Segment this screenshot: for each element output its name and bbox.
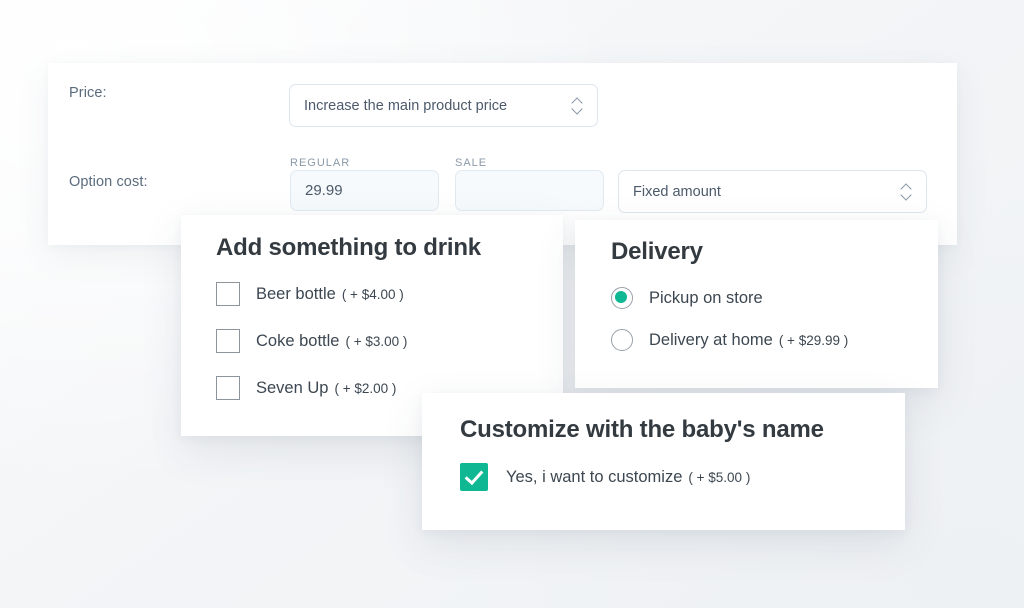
option-price: ( + $29.99 ): [779, 333, 848, 348]
list-item[interactable]: Coke bottle ( + $3.00 ): [216, 329, 546, 353]
option-label: Coke bottle: [256, 332, 339, 351]
option-label: Yes, i want to customize: [506, 468, 682, 487]
list-item[interactable]: Pickup on store: [611, 286, 931, 310]
price-behavior-select[interactable]: Increase the main product price: [289, 84, 598, 127]
checkbox-checked-icon[interactable]: [460, 463, 488, 491]
option-label: Delivery at home: [649, 331, 773, 350]
list-item[interactable]: Beer bottle ( + $4.00 ): [216, 282, 546, 306]
page-background: Price: Increase the main product price O…: [0, 0, 1024, 608]
option-price: ( + $5.00 ): [688, 470, 750, 485]
option-cost-label: Option cost:: [69, 174, 148, 190]
option-price: ( + $4.00 ): [342, 287, 404, 302]
card-customize: Customize with the baby's name Yes, i wa…: [422, 393, 905, 530]
checkbox-icon[interactable]: [216, 329, 240, 353]
radio-button-selected-icon[interactable]: [611, 287, 633, 309]
price-label: Price:: [69, 85, 107, 101]
list-item[interactable]: Delivery at home ( + $29.99 ): [611, 328, 931, 352]
option-price: ( + $3.00 ): [345, 334, 407, 349]
option-label: Seven Up: [256, 379, 328, 398]
card-add-drink-title: Add something to drink: [216, 234, 481, 262]
option-label: Pickup on store: [649, 289, 763, 308]
card-delivery: Delivery Pickup on store Delivery at hom…: [575, 220, 938, 388]
card-delivery-title: Delivery: [611, 238, 703, 266]
card-customize-title: Customize with the baby's name: [460, 416, 824, 444]
checkbox-icon[interactable]: [216, 282, 240, 306]
regular-price-input[interactable]: 29.99: [290, 170, 439, 211]
chevron-up-down-icon: [572, 97, 583, 115]
option-price: ( + $2.00 ): [334, 381, 396, 396]
option-label: Beer bottle: [256, 285, 336, 304]
delivery-option-list: Pickup on store Delivery at home ( + $29…: [611, 286, 931, 370]
checkbox-icon[interactable]: [216, 376, 240, 400]
customize-option-list: Yes, i want to customize ( + $5.00 ): [460, 465, 890, 512]
cost-type-select[interactable]: Fixed amount: [618, 170, 927, 213]
regular-price-label: REGULAR: [290, 157, 350, 169]
list-item[interactable]: Yes, i want to customize ( + $5.00 ): [460, 465, 890, 489]
sale-price-input[interactable]: [455, 170, 604, 211]
sale-price-label: SALE: [455, 157, 487, 169]
cost-type-select-value: Fixed amount: [633, 184, 901, 200]
price-behavior-select-value: Increase the main product price: [304, 98, 572, 114]
chevron-up-down-icon: [901, 183, 912, 201]
radio-button-icon[interactable]: [611, 329, 633, 351]
